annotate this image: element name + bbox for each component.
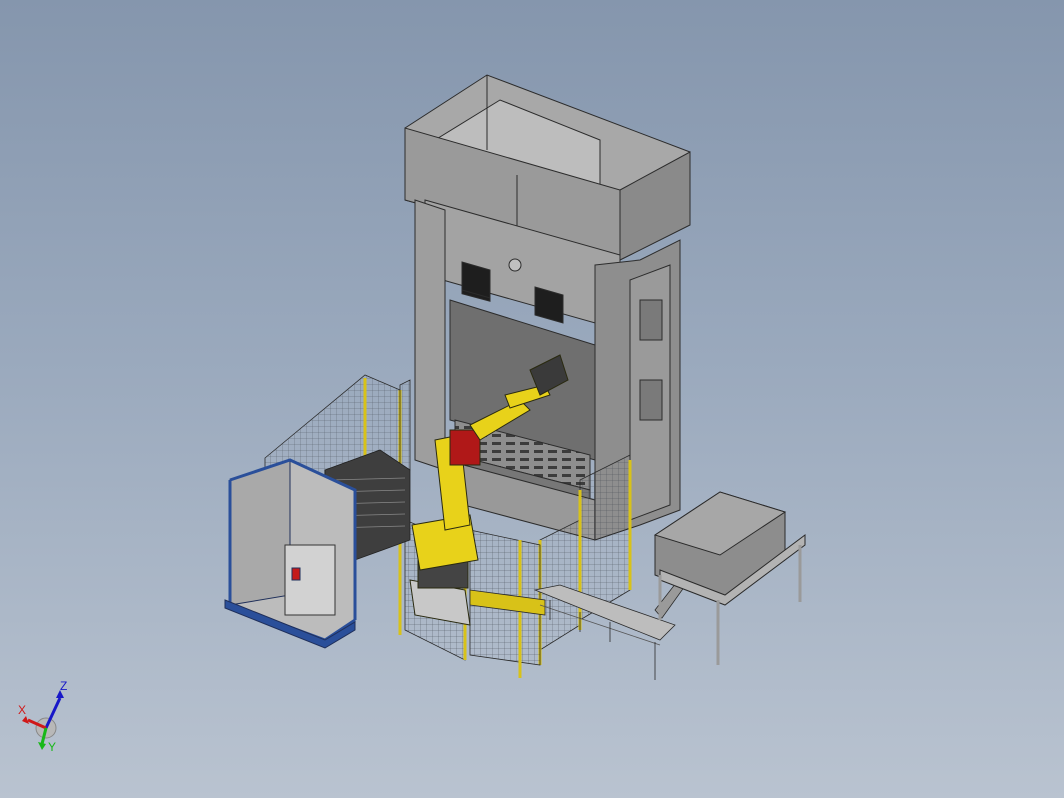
z-axis-label: Z	[60, 680, 67, 693]
orientation-triad: Z X Y	[18, 680, 67, 752]
material-table[interactable]	[653, 491, 806, 665]
cad-viewport[interactable]	[0, 0, 1064, 798]
y-axis-label: Y	[48, 740, 56, 752]
control-cabinet[interactable]	[224, 458, 357, 649]
x-axis-label: X	[18, 703, 26, 717]
